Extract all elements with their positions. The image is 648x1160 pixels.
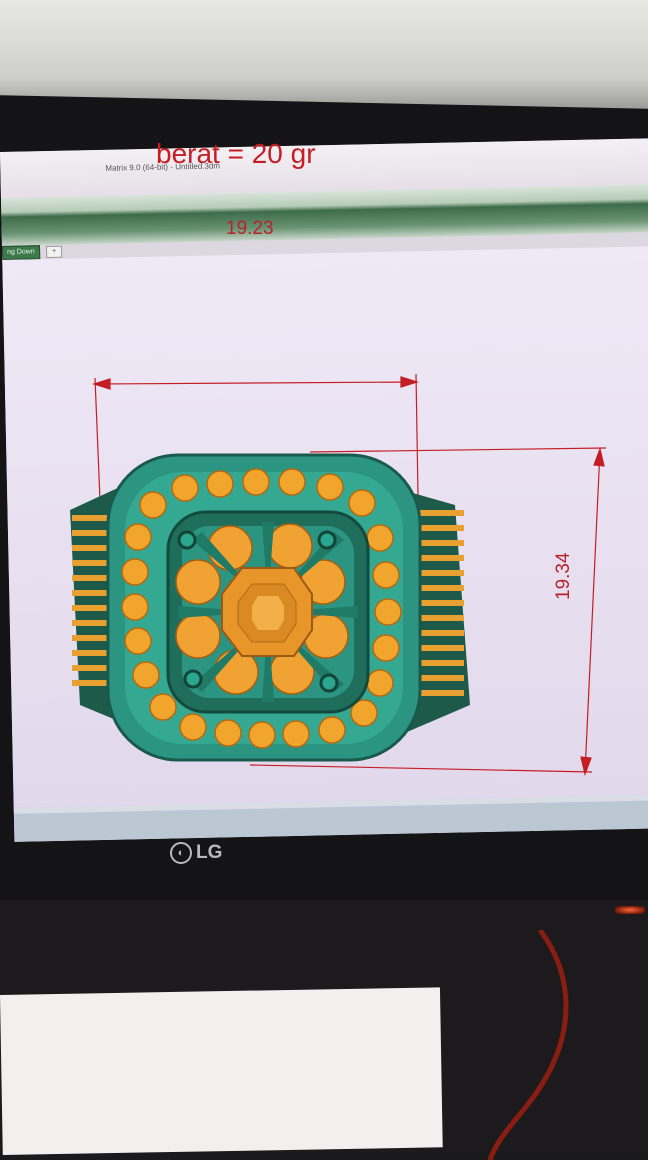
lg-logo-icon: ◐ xyxy=(170,842,192,864)
brand-text: LG xyxy=(196,842,223,863)
monitor-logo: ◐ LG xyxy=(170,842,222,864)
paper-sheet xyxy=(0,987,443,1155)
power-led xyxy=(615,906,645,914)
center-gemstone xyxy=(221,567,313,657)
red-cable xyxy=(487,930,569,1160)
